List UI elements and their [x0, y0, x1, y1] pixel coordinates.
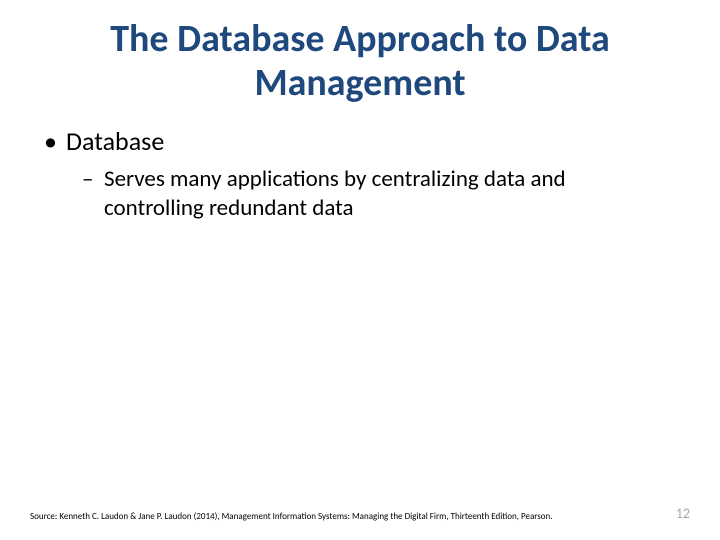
bullet-item-level-2: Serves many applications by centralizing…	[82, 165, 690, 223]
slide-title: The Database Approach to Data Management	[30, 18, 690, 105]
page-number: 12	[676, 505, 690, 522]
bullet-text-level-1: Database	[66, 125, 164, 157]
slide-footer: Source: Kenneth C. Laudon & Jane P. Laud…	[30, 505, 690, 522]
bullet-text-level-2: Serves many applications by centralizing…	[104, 165, 566, 222]
slide-container: The Database Approach to Data Management…	[0, 0, 720, 540]
source-citation: Source: Kenneth C. Laudon & Jane P. Laud…	[30, 511, 553, 522]
bullet-item-level-1: Database	[44, 125, 690, 157]
